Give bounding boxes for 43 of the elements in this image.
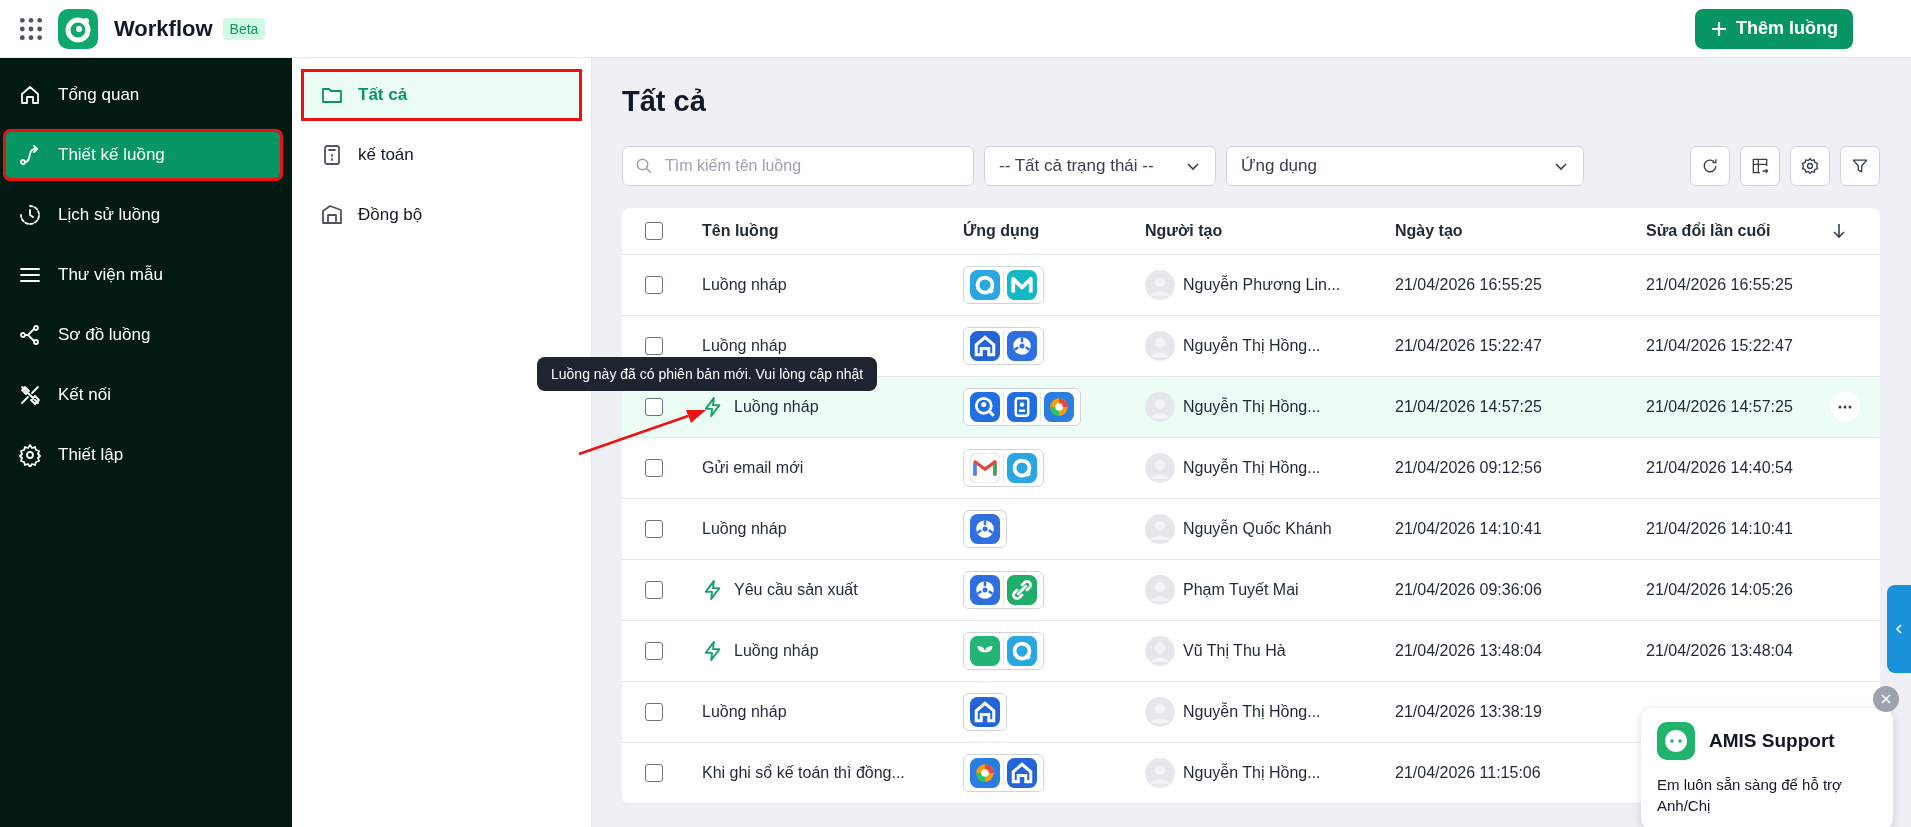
page-title: Tất cả xyxy=(622,85,707,118)
flow-name: Luồng nháp xyxy=(734,642,819,660)
flow-name: Gửi email mới xyxy=(702,459,804,477)
app-title: Workflow xyxy=(114,15,213,42)
created-date: 21/04/2026 13:48:04 xyxy=(1395,642,1543,660)
creator-name: Nguyễn Thị Hồng... xyxy=(1183,337,1321,355)
modified-date: 21/04/2026 16:55:25 xyxy=(1646,276,1794,294)
flow-name: Luồng nháp xyxy=(702,337,787,355)
beta-badge: Beta xyxy=(222,17,266,40)
modified-date: 21/04/2026 15:22:47 xyxy=(1646,337,1794,355)
creator-name: Nguyễn Thị Hồng... xyxy=(1183,764,1321,782)
created-date: 21/04/2026 09:12:56 xyxy=(1395,459,1543,477)
created-date: 21/04/2026 15:22:47 xyxy=(1395,337,1543,355)
creator-name: Nguyễn Quốc Khánh xyxy=(1183,520,1332,538)
creator-name: Nguyễn Thị Hồng... xyxy=(1183,459,1321,477)
created-date: 21/04/2026 09:36:06 xyxy=(1395,581,1543,599)
flow-name: Khi ghi sổ kế toán thì đồng... xyxy=(702,764,905,782)
column-header: Người tạo xyxy=(1145,222,1224,240)
column-header: Tên luồng xyxy=(702,222,780,240)
tooltip: Luồng này đã có phiên bản mới. Vui lòng cập nhật xyxy=(537,357,878,391)
created-date: 21/04/2026 14:57:25 xyxy=(1395,398,1543,416)
creator-name: Nguyễn Phương Lin... xyxy=(1183,276,1341,294)
created-date: 21/04/2026 13:38:19 xyxy=(1395,703,1543,721)
column-header: Ứng dụng xyxy=(963,222,1041,240)
creator-name: Phạm Tuyết Mai xyxy=(1183,581,1299,599)
created-date: 21/04/2026 14:10:41 xyxy=(1395,520,1543,538)
created-date: 21/04/2026 16:55:25 xyxy=(1395,276,1543,294)
flow-name: Luồng nháp xyxy=(702,276,787,294)
modified-date: 21/04/2026 14:05:26 xyxy=(1646,581,1794,599)
creator-name: Vũ Thị Thu Hà xyxy=(1183,642,1286,660)
column-header: Ngày tạo xyxy=(1395,222,1464,240)
column-header: Sửa đổi lần cuối xyxy=(1646,222,1772,240)
modified-date: 21/04/2026 13:48:04 xyxy=(1646,642,1794,660)
flow-name: Luồng nháp xyxy=(702,703,787,721)
creator-name: Nguyễn Thị Hồng... xyxy=(1183,703,1321,721)
flow-name: Yêu cầu sản xuất xyxy=(734,581,858,599)
created-date: 21/04/2026 11:15:06 xyxy=(1395,764,1542,782)
flow-name: Luồng nháp xyxy=(734,398,819,416)
modified-date: 21/04/2026 14:57:25 xyxy=(1646,398,1794,416)
flow-name: Luồng nháp xyxy=(702,520,787,538)
creator-name: Nguyễn Thị Hồng... xyxy=(1183,398,1321,416)
modified-date: 21/04/2026 14:40:54 xyxy=(1646,459,1794,477)
modified-date: 21/04/2026 14:10:41 xyxy=(1646,520,1794,538)
